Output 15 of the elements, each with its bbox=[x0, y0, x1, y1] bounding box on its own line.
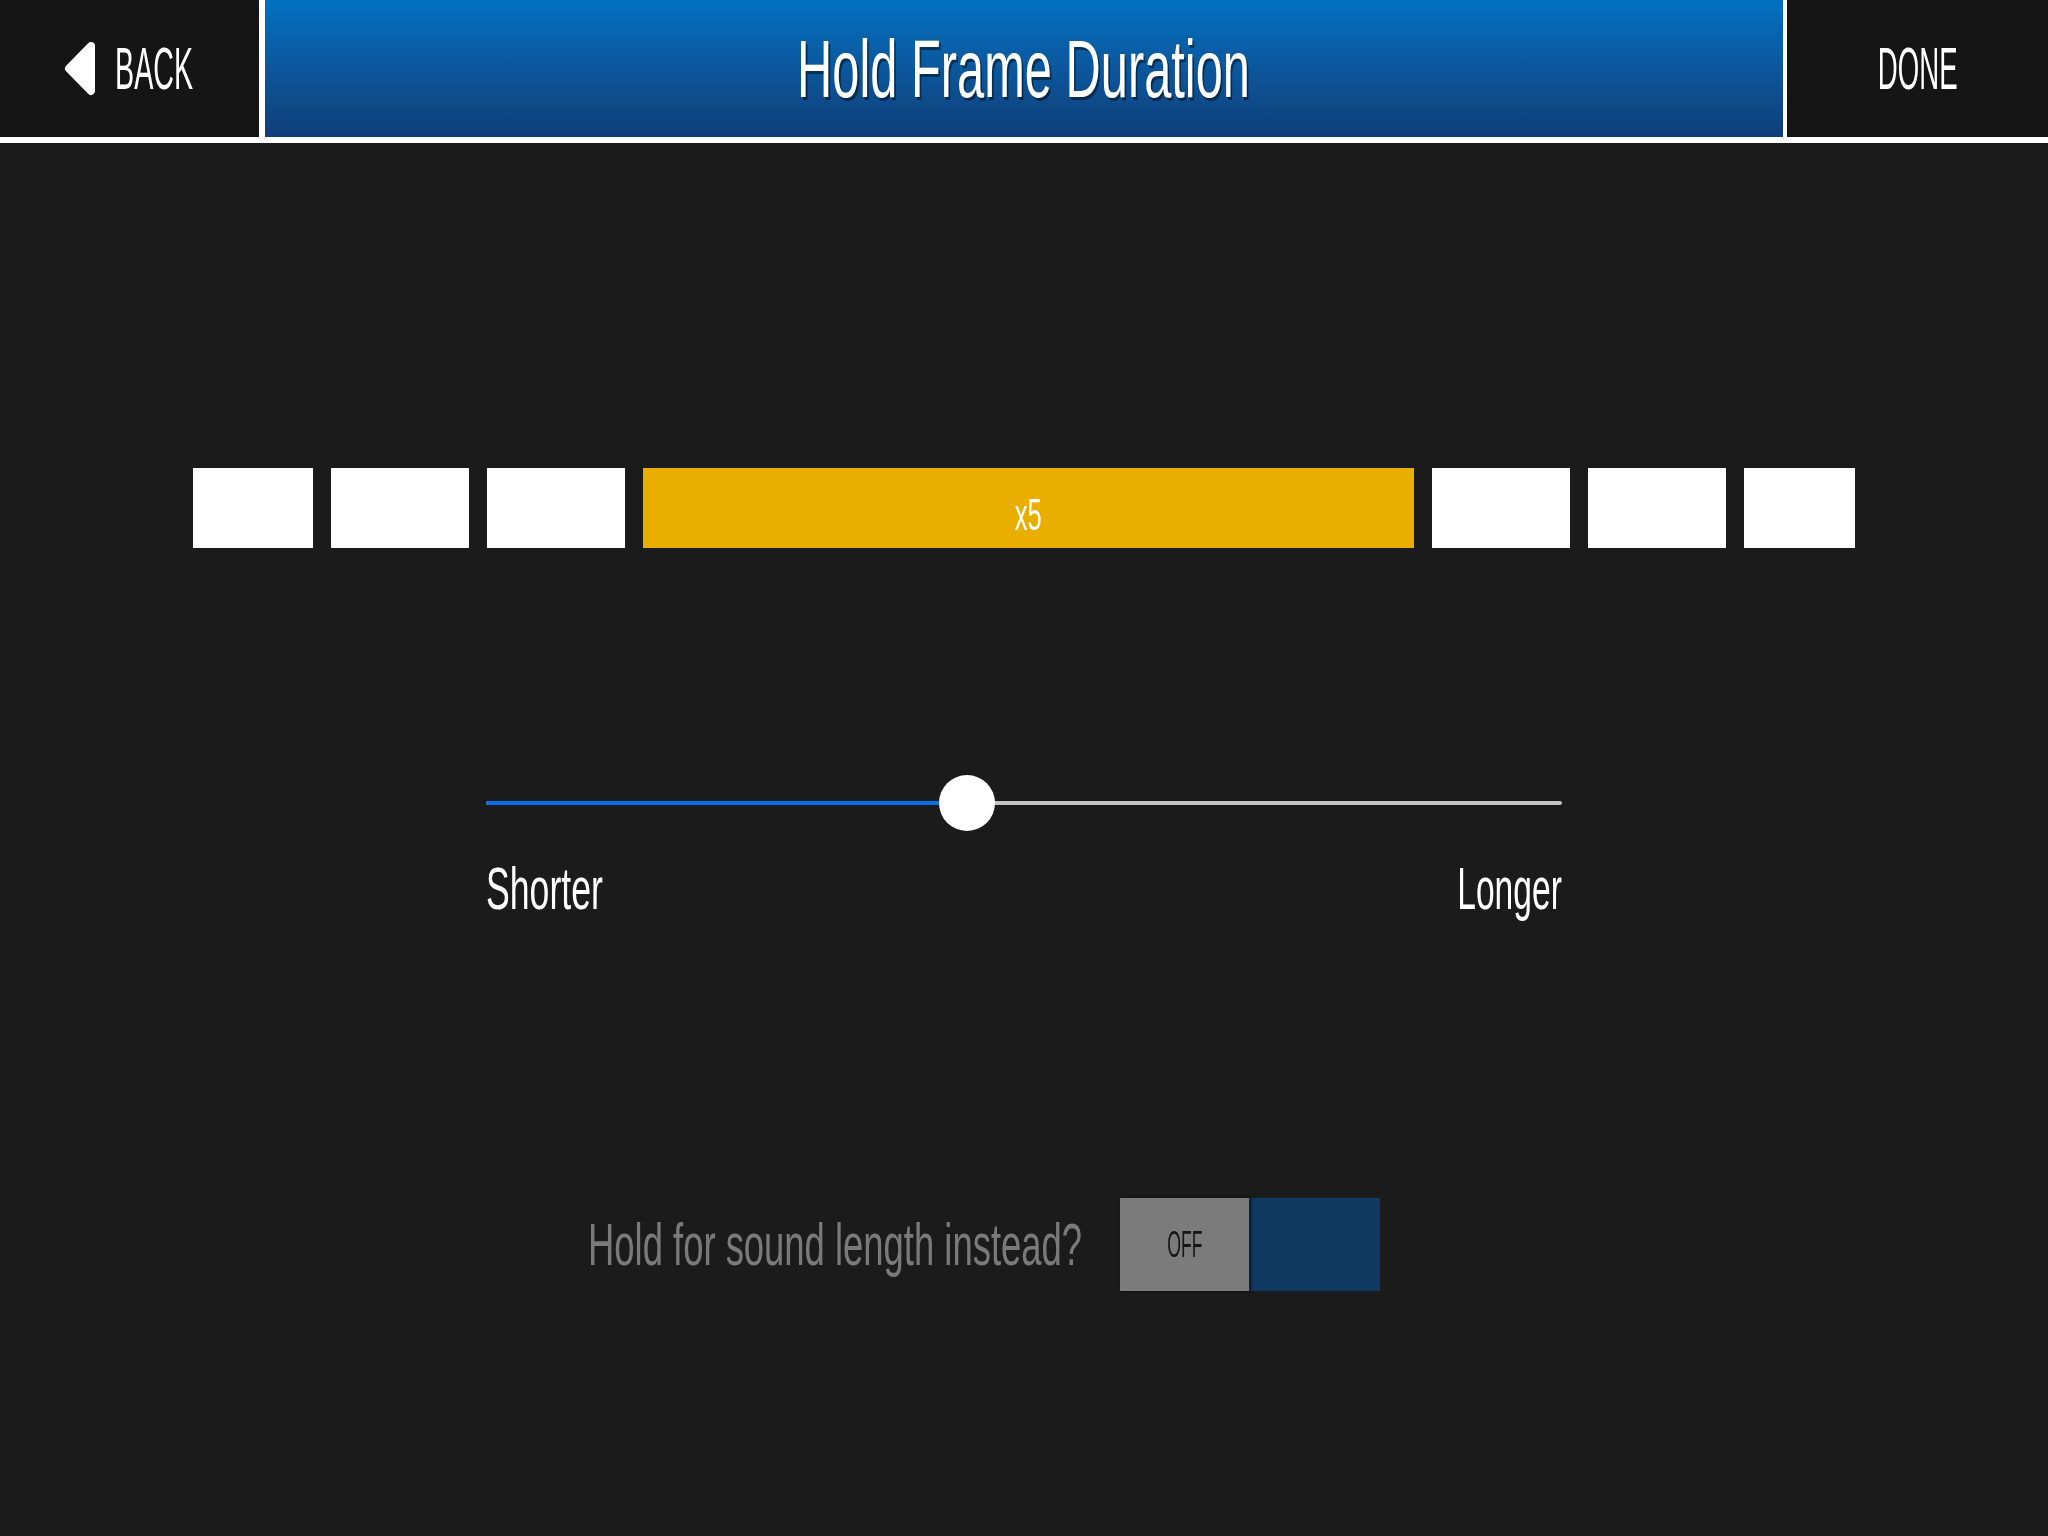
done-button[interactable]: DONE bbox=[1787, 0, 2048, 137]
toggle-knob[interactable]: OFF bbox=[1120, 1198, 1249, 1291]
toggle-switch[interactable]: OFF bbox=[1120, 1198, 1380, 1291]
back-button[interactable]: BACK bbox=[0, 0, 259, 137]
frame-tile[interactable] bbox=[1744, 468, 1855, 548]
frame-tile[interactable] bbox=[193, 468, 313, 548]
frame-tile[interactable] bbox=[1432, 468, 1570, 548]
frame-tile[interactable] bbox=[331, 468, 469, 548]
screen-title: Hold Frame Duration bbox=[797, 27, 1251, 110]
shorter-label: Shorter bbox=[486, 859, 603, 919]
toggle-label: Hold for sound length instead? bbox=[588, 1214, 1083, 1275]
chevron-left-icon bbox=[64, 41, 96, 96]
frame-tile[interactable] bbox=[487, 468, 625, 548]
longer-label: Longer bbox=[1457, 859, 1562, 919]
frame-tile[interactable] bbox=[1588, 468, 1726, 548]
